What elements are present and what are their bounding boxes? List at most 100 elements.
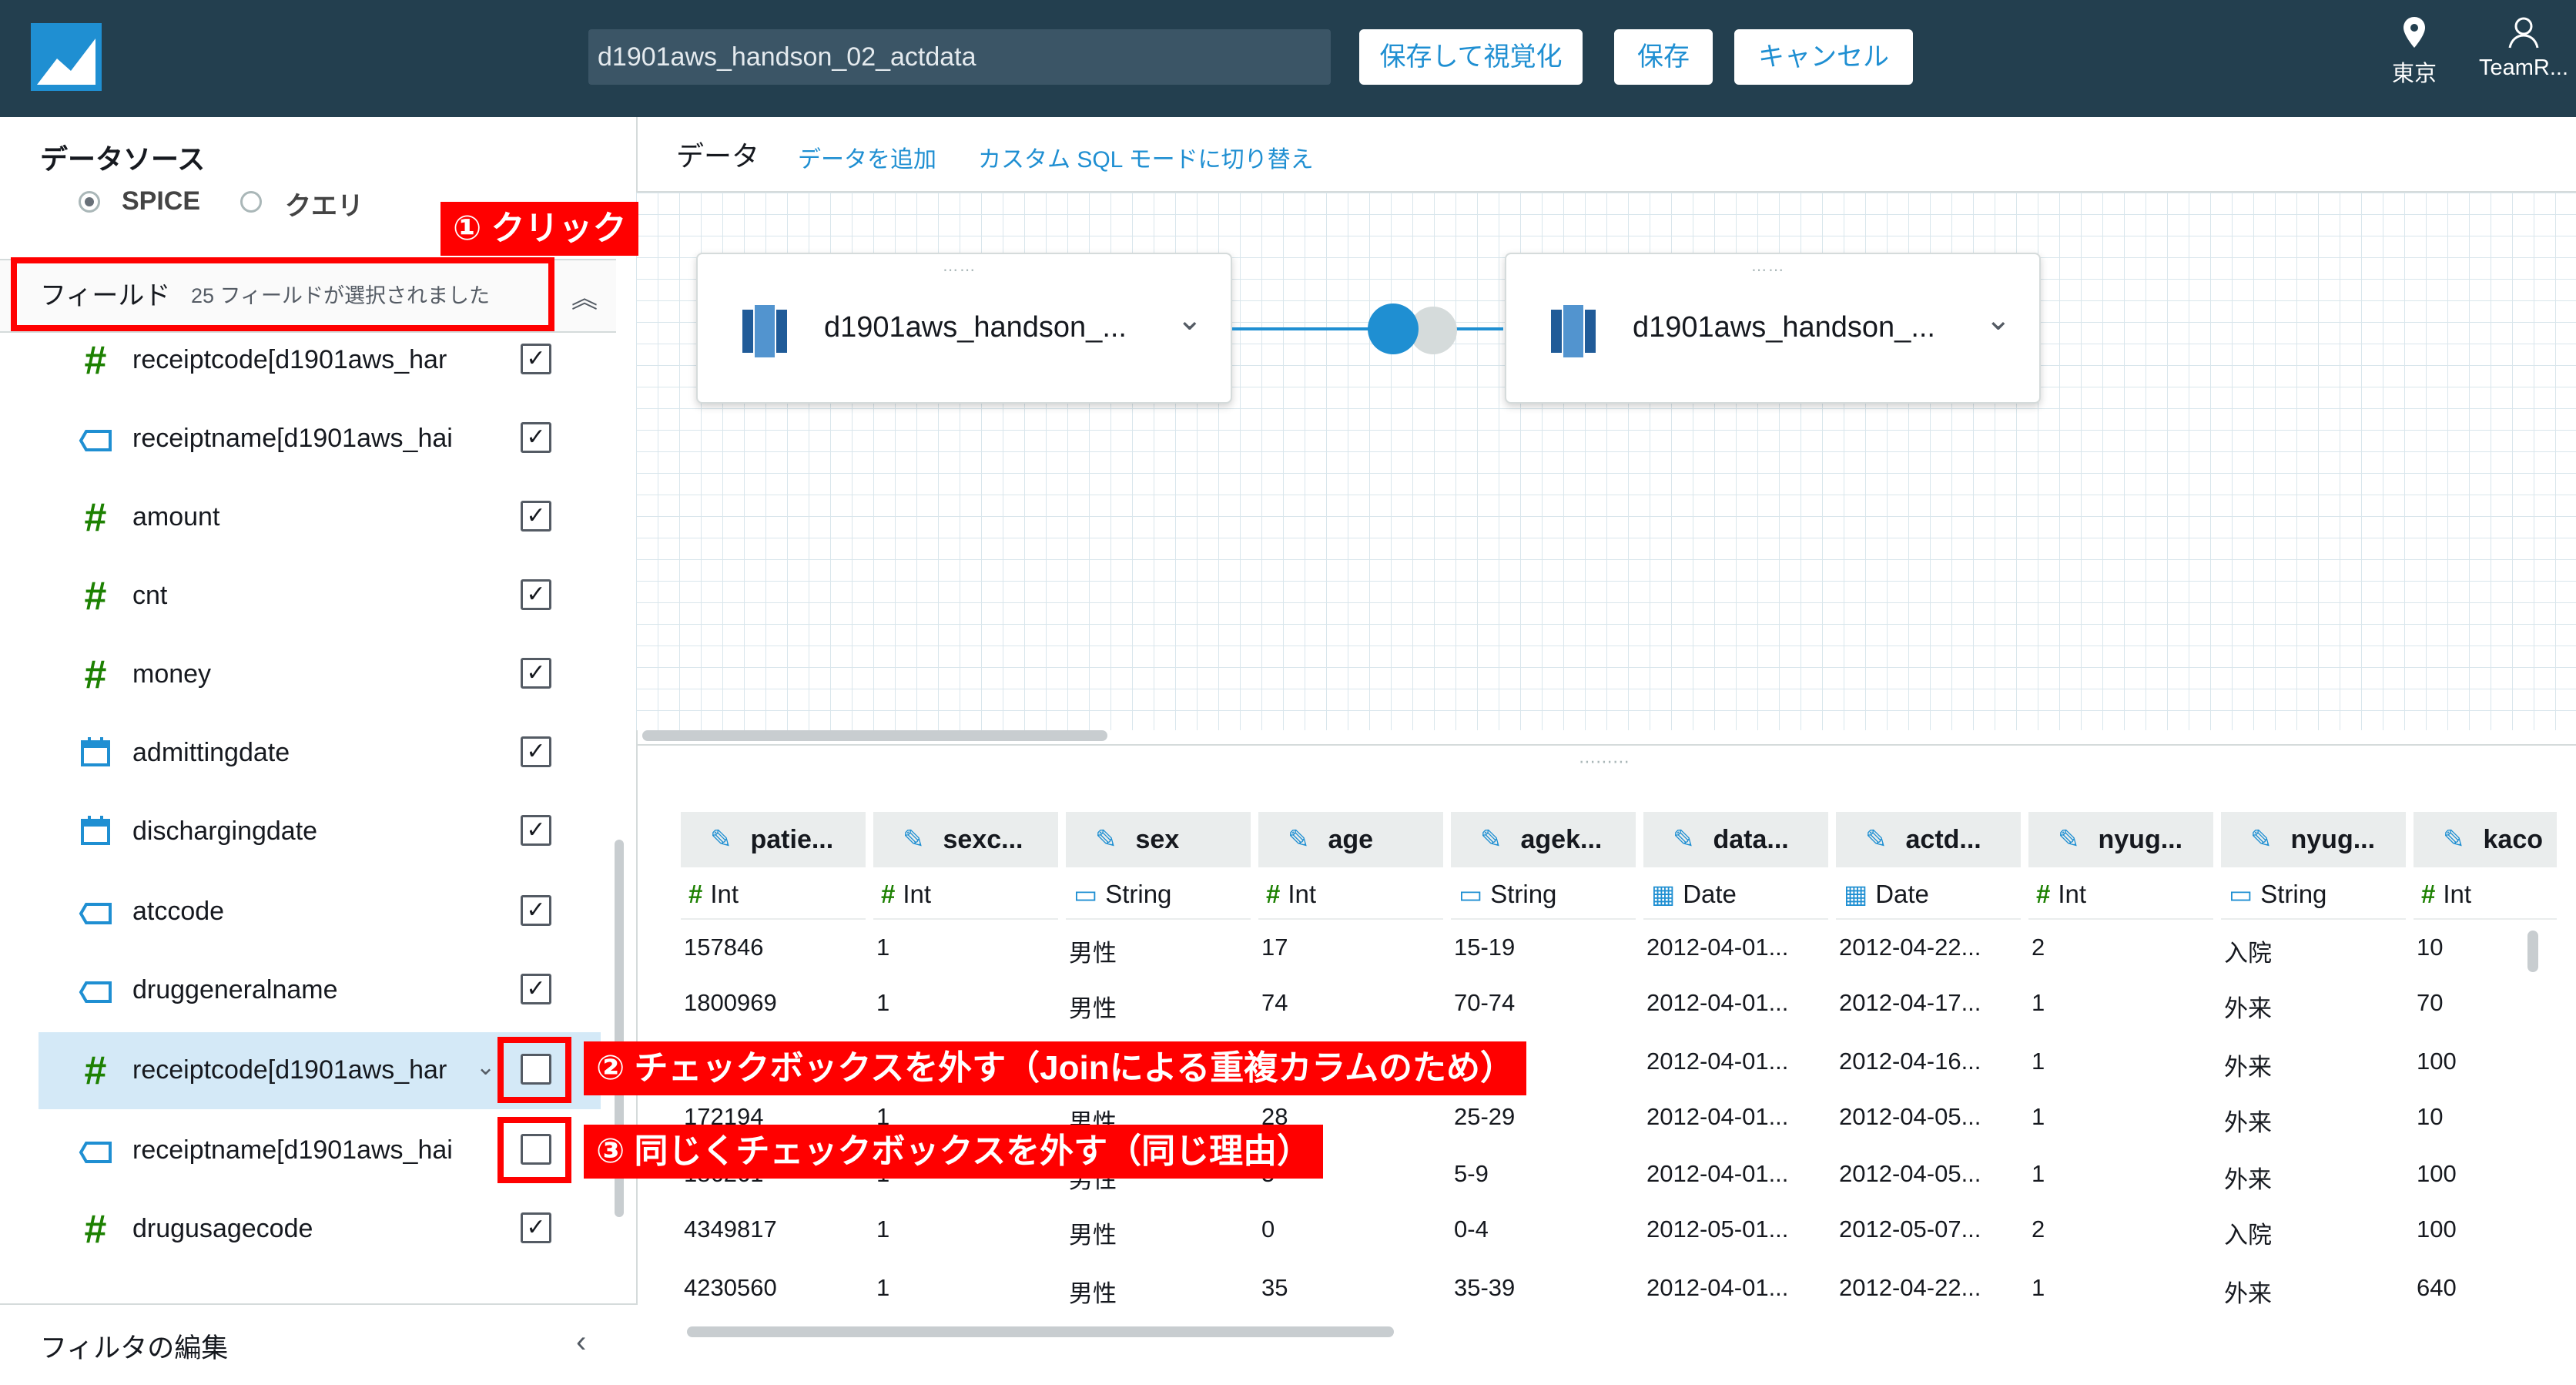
column-header[interactable]: ✎ sexc...: [873, 812, 1058, 867]
spice-radio[interactable]: [79, 191, 100, 213]
quicksight-logo-icon[interactable]: [31, 23, 102, 91]
chevron-down-icon[interactable]: ⌄: [1177, 302, 1203, 337]
resize-handle-icon[interactable]: ⋯⋯⋯: [1579, 752, 1630, 772]
table-cell: 5-9: [1454, 1160, 1489, 1187]
column-header[interactable]: ✎ kaco: [2414, 812, 2557, 867]
field-checkbox[interactable]: ✓: [521, 579, 551, 610]
table-cell: 74: [1261, 989, 1288, 1016]
column-type[interactable]: # Int: [2414, 869, 2557, 920]
field-checkbox[interactable]: ✓: [521, 422, 551, 453]
tag-icon: [77, 1134, 114, 1168]
column-type-label: String: [1105, 880, 1172, 908]
pencil-icon[interactable]: ✎: [1865, 825, 1888, 854]
column-type[interactable]: ▦ Date: [1836, 869, 2021, 920]
region-selector[interactable]: 東京: [2380, 15, 2449, 88]
column-type[interactable]: ▭ String: [1066, 869, 1251, 920]
column-name: sex: [1135, 825, 1180, 854]
pencil-icon[interactable]: ✎: [710, 825, 732, 854]
cancel-button[interactable]: キャンセル: [1734, 29, 1913, 85]
field-chevron-icon[interactable]: ⌄: [476, 1054, 495, 1081]
field-row[interactable]: # amount ✓: [39, 479, 601, 556]
field-row[interactable]: atccode ✓: [39, 874, 601, 951]
table-cell: 外来: [2224, 1280, 2272, 1307]
column-type[interactable]: ▭ String: [1451, 869, 1636, 920]
column-type[interactable]: ▭ String: [2221, 869, 2406, 920]
table-cell: 1: [876, 1216, 890, 1242]
field-row[interactable]: dischargingdate ✓: [39, 793, 601, 870]
field-row[interactable]: receiptname[d1901aws_hai ✓: [39, 401, 601, 478]
table-horizontal-scrollbar[interactable]: [687, 1326, 1394, 1337]
table-cell: 2012-04-01...: [1646, 1274, 1789, 1301]
field-row[interactable]: druggeneralname ✓: [39, 952, 601, 1029]
table-cell: 2012-05-01...: [1646, 1216, 1789, 1242]
column-type[interactable]: # Int: [681, 869, 866, 920]
pane-divider[interactable]: [636, 744, 2576, 746]
field-checkbox[interactable]: ✓: [521, 895, 551, 926]
column-type[interactable]: # Int: [1258, 869, 1443, 920]
column-header[interactable]: ✎ data...: [1643, 812, 1828, 867]
canvas-scrollbar[interactable]: [642, 730, 1107, 741]
tag-icon: [77, 422, 114, 456]
column-header[interactable]: ✎ sex: [1066, 812, 1251, 867]
field-row[interactable]: # cnt ✓: [39, 558, 601, 635]
table-cell: 70-74: [1454, 989, 1516, 1016]
column-header[interactable]: ✎ age: [1258, 812, 1443, 867]
table-cell: 1: [2032, 1274, 2045, 1301]
field-name: atccode: [132, 897, 225, 926]
table-cell: 157846: [684, 934, 764, 961]
table-cell: 2: [2032, 934, 2045, 961]
user-menu[interactable]: TeamR...: [2474, 15, 2574, 81]
column-header[interactable]: ✎ patie...: [681, 812, 866, 867]
join-circle-left[interactable]: [1368, 303, 1419, 354]
table-vertical-scrollbar[interactable]: [2527, 931, 2538, 972]
column-type[interactable]: # Int: [2028, 869, 2213, 920]
pencil-icon[interactable]: ✎: [1288, 825, 1310, 854]
field-checkbox[interactable]: ✓: [521, 658, 551, 689]
pencil-icon[interactable]: ✎: [1480, 825, 1502, 854]
dataset-node-right[interactable]: ⋯⋯ d1901aws_handson_... ⌄: [1505, 253, 2041, 404]
field-checkbox[interactable]: ✓: [521, 974, 551, 1004]
dataset-node-left[interactable]: ⋯⋯ d1901aws_handson_... ⌄: [696, 253, 1232, 404]
add-data-link[interactable]: データを追加: [798, 140, 936, 174]
pencil-icon[interactable]: ✎: [2443, 825, 2465, 854]
field-checkbox[interactable]: ✓: [521, 501, 551, 532]
pencil-icon[interactable]: ✎: [2250, 825, 2273, 854]
pencil-icon[interactable]: ✎: [2058, 825, 2080, 854]
save-and-visualize-button[interactable]: 保存して視覚化: [1359, 29, 1583, 85]
field-row[interactable]: # drugusagecode ✓: [39, 1191, 601, 1268]
field-checkbox[interactable]: ✓: [521, 815, 551, 846]
tag-icon: ▭: [1459, 880, 1483, 908]
table-cell: 17: [1261, 934, 1288, 961]
pencil-icon[interactable]: ✎: [1095, 825, 1117, 854]
drag-handle-icon[interactable]: ⋯⋯: [1751, 260, 1785, 280]
query-radio[interactable]: [240, 191, 262, 213]
hash-icon: #: [84, 574, 107, 619]
column-header[interactable]: ✎ nyug...: [2028, 812, 2213, 867]
column-type[interactable]: # Int: [873, 869, 1058, 920]
field-row[interactable]: # money ✓: [39, 636, 601, 713]
region-label: 東京: [2391, 62, 2437, 86]
field-row[interactable]: # receiptcode[d1901aws_har ✓: [39, 322, 601, 399]
chevron-left-icon[interactable]: ‹: [576, 1325, 586, 1360]
column-header[interactable]: ✎ actd...: [1836, 812, 2021, 867]
drag-handle-icon[interactable]: ⋯⋯: [943, 260, 976, 280]
column-header[interactable]: ✎ nyug...: [2221, 812, 2406, 867]
field-name: money: [132, 659, 212, 689]
collapse-chevron-icon[interactable]: ︽: [571, 277, 598, 315]
field-checkbox[interactable]: ✓: [521, 1212, 551, 1243]
tag-icon: ▭: [2229, 880, 2253, 908]
pencil-icon[interactable]: ✎: [1673, 825, 1695, 854]
field-row[interactable]: admittingdate ✓: [39, 715, 601, 792]
field-name: receiptcode[d1901aws_har: [132, 1055, 447, 1085]
column-header[interactable]: ✎ agek...: [1451, 812, 1636, 867]
hash-icon: #: [881, 880, 896, 908]
data-tab[interactable]: データ: [676, 134, 759, 174]
dataset-name-input[interactable]: d1901aws_handson_02_actdata: [588, 29, 1331, 85]
pencil-icon[interactable]: ✎: [903, 825, 925, 854]
column-type[interactable]: ▦ Date: [1643, 869, 1828, 920]
field-checkbox[interactable]: ✓: [521, 344, 551, 374]
custom-sql-link[interactable]: カスタム SQL モードに切り替え: [978, 140, 1314, 174]
save-button[interactable]: 保存: [1614, 29, 1713, 85]
chevron-down-icon[interactable]: ⌄: [1985, 302, 2012, 337]
field-checkbox[interactable]: ✓: [521, 736, 551, 767]
